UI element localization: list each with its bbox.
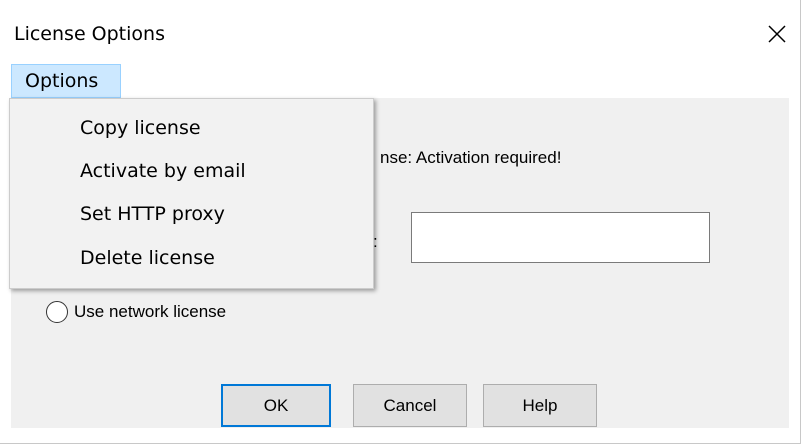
network-license-label[interactable]: Use network license [74,302,226,322]
menu-item-set-http-proxy[interactable]: Set HTTP proxy [10,193,373,235]
network-license-radio-row[interactable]: Use network license [46,299,226,325]
menu-item-activate-by-email[interactable]: Activate by email [10,150,373,192]
license-options-dialog: License Options Options nse: Activation … [0,0,801,444]
menu-item-delete-license[interactable]: Delete license [10,237,373,279]
help-button[interactable]: Help [483,384,597,427]
license-status-text: nse: Activation required! [380,148,562,167]
window-title: License Options [14,23,165,45]
close-button[interactable] [754,14,800,54]
network-license-radio[interactable] [46,301,68,323]
title-bar: License Options [0,0,800,64]
menu-item-copy-license[interactable]: Copy license [10,107,373,149]
license-key-input[interactable] [411,212,710,263]
menu-options[interactable]: Options [11,64,121,98]
menu-bar: Options [0,64,800,98]
close-icon [768,25,786,43]
options-dropdown-menu: Copy license Activate by email Set HTTP … [9,98,374,289]
ok-button[interactable]: OK [221,384,331,427]
cancel-button[interactable]: Cancel [353,384,467,427]
